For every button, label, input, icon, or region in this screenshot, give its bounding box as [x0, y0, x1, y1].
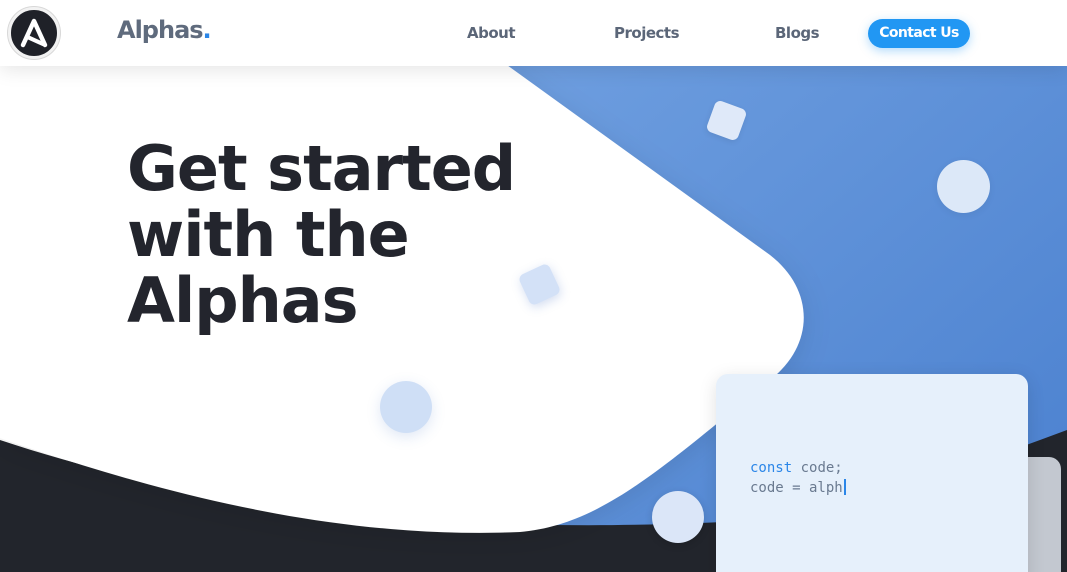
hero-title-line-2: with the	[127, 198, 410, 271]
hero-title-line-3: Alphas	[127, 264, 359, 337]
brand-text: Alphas	[117, 16, 204, 44]
code-line-1: const code;	[750, 460, 843, 476]
hero-title: Get started with the Alphas	[127, 136, 547, 334]
floating-circle	[937, 160, 990, 213]
contact-us-button[interactable]: Contact Us	[868, 19, 970, 48]
code-line-2: code = alph	[750, 479, 846, 496]
logo-a-icon[interactable]	[8, 7, 60, 59]
brand-name[interactable]: Alphas.	[117, 16, 212, 44]
code-keyword: const	[750, 460, 793, 476]
brand-dot: .	[202, 16, 212, 44]
floating-circle	[652, 491, 704, 543]
code-typing-text: code = alph	[750, 480, 843, 496]
nav-about[interactable]: About	[467, 24, 516, 42]
text-caret	[843, 479, 846, 495]
nav-projects[interactable]: Projects	[614, 24, 680, 42]
nav-blogs[interactable]: Blogs	[775, 24, 820, 42]
hero-title-line-1: Get started	[127, 132, 516, 205]
floating-circle	[380, 381, 432, 433]
top-navbar: Alphas. About Projects Blogs Contact Us	[0, 0, 1067, 66]
code-card: const code; code = alph	[716, 374, 1028, 572]
code-text: code;	[792, 460, 843, 476]
